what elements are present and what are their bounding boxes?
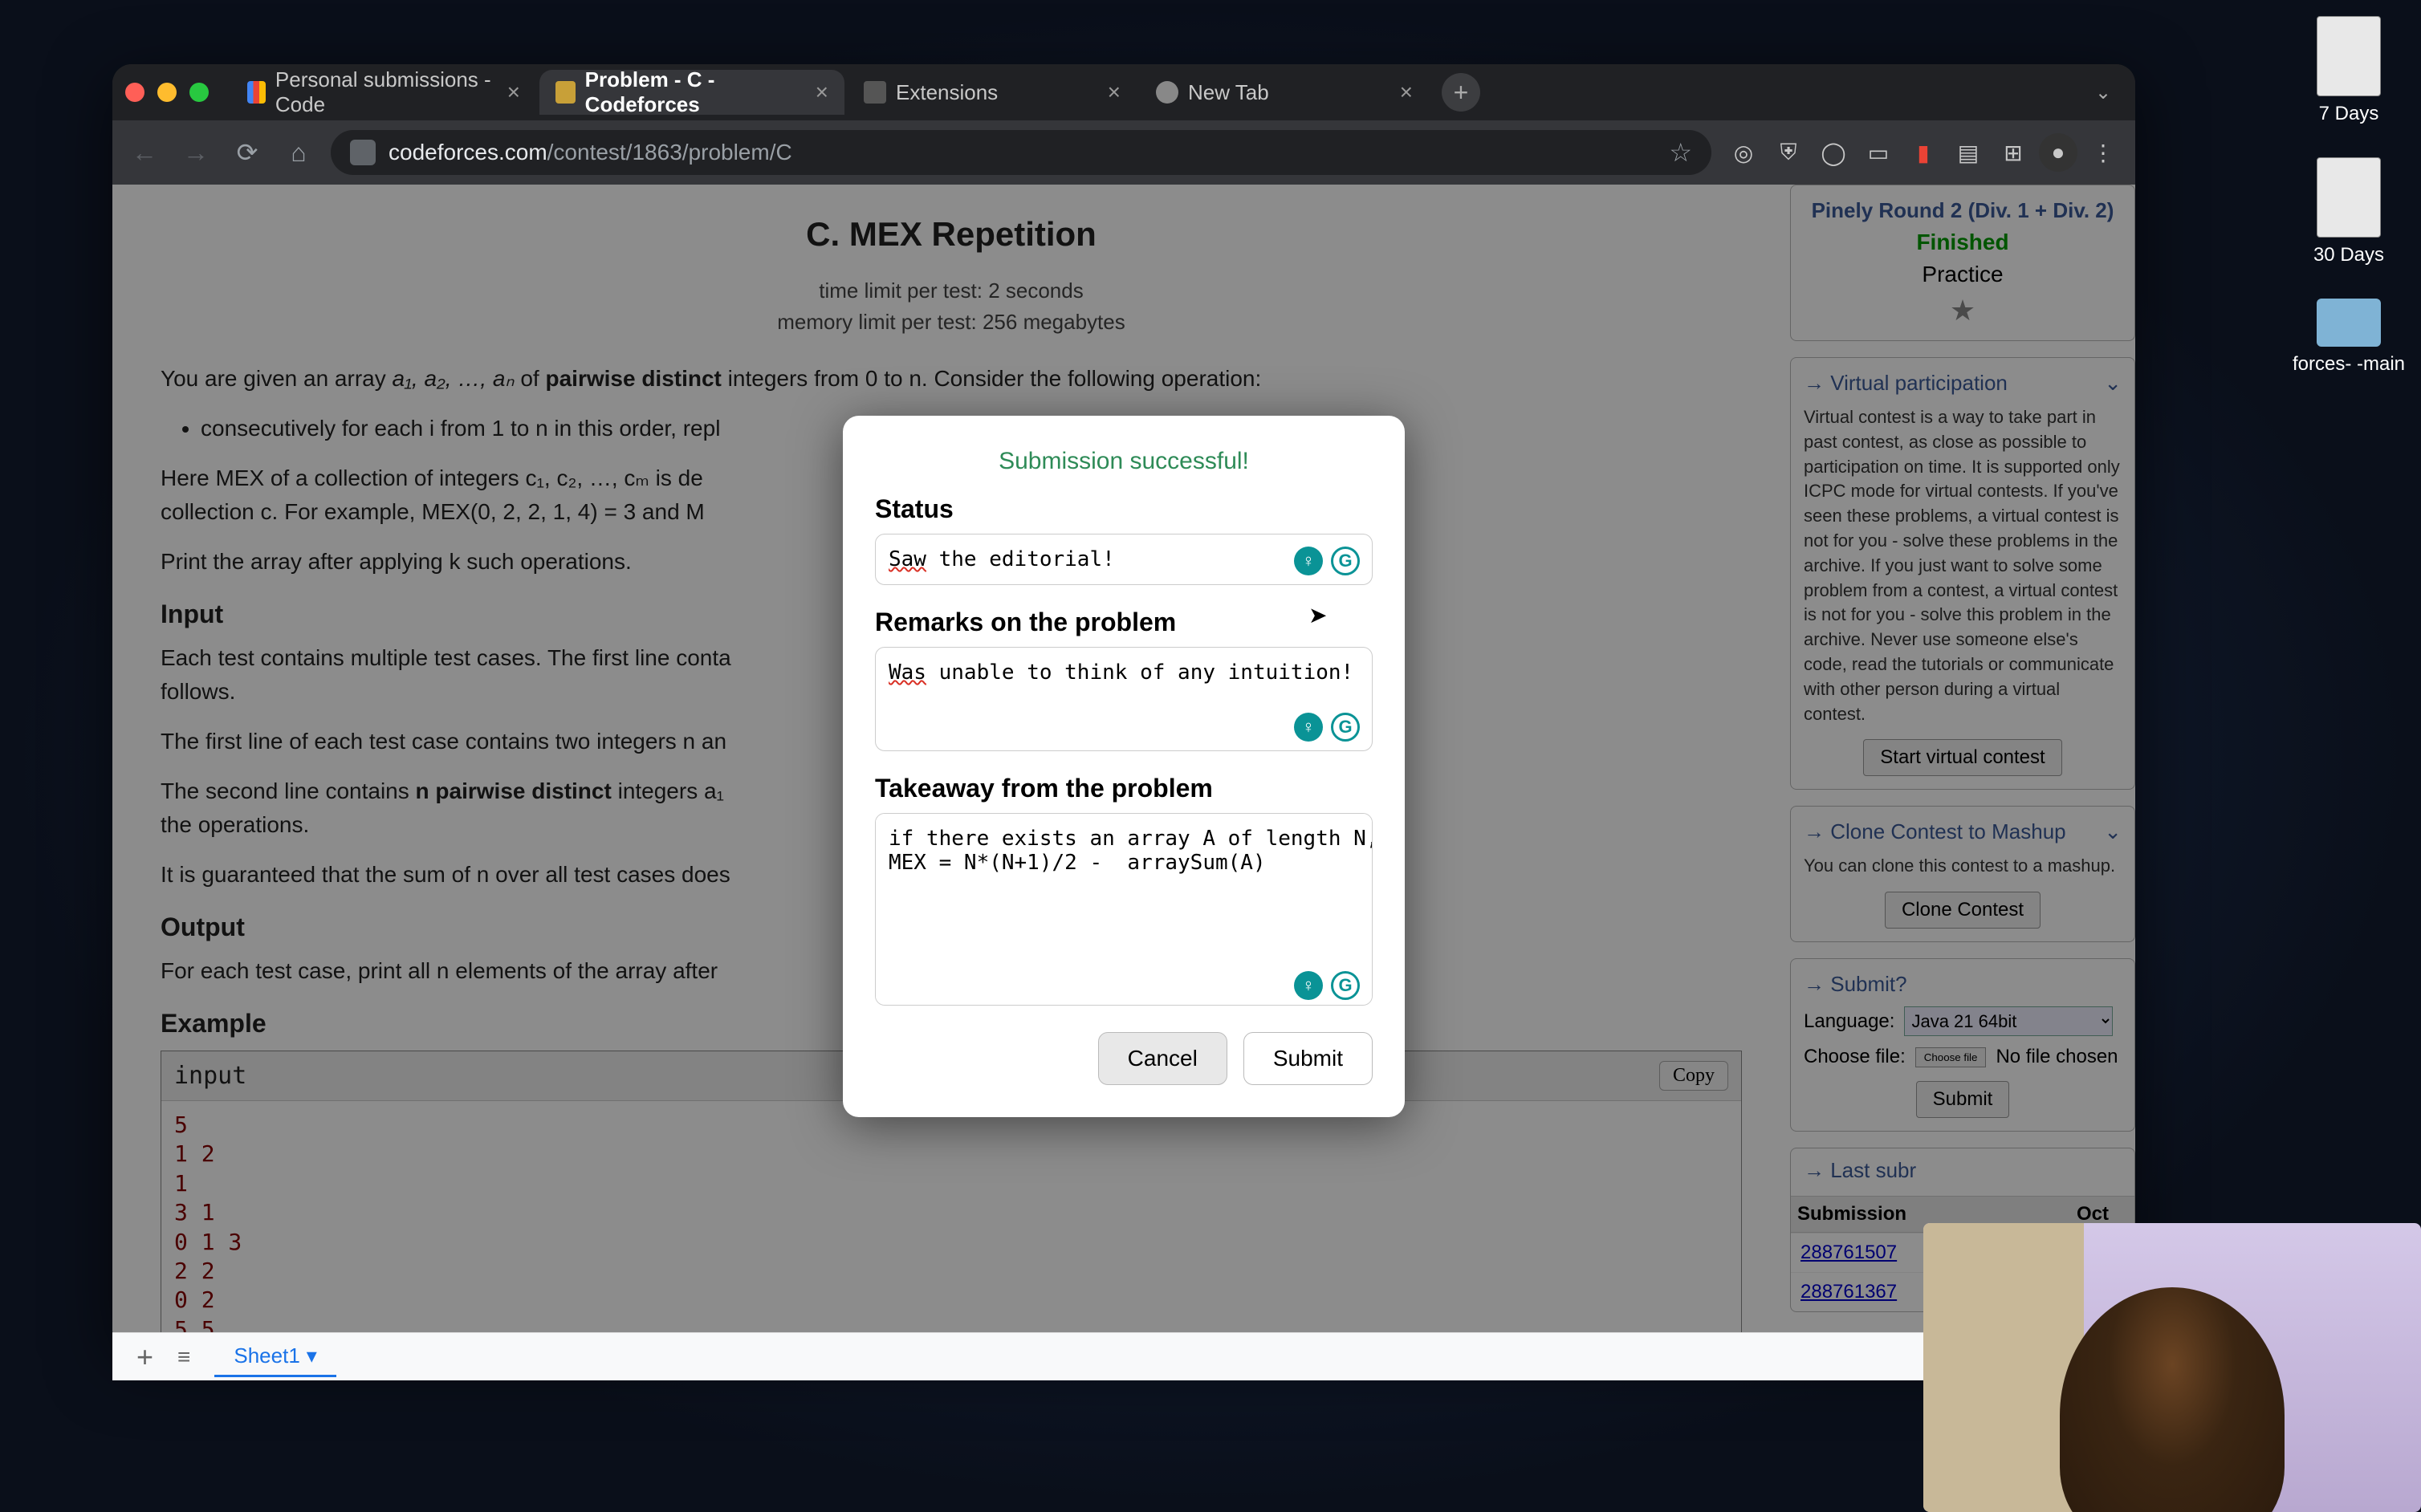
sheet-name: Sheet1 xyxy=(234,1343,299,1368)
chevron-down-icon: ▾ xyxy=(307,1343,317,1368)
site-info-icon[interactable] xyxy=(350,140,376,165)
minimize-window[interactable] xyxy=(157,83,177,102)
tab-codeforces-problem[interactable]: Problem - C - Codeforces × xyxy=(539,70,844,115)
close-tab-icon[interactable]: × xyxy=(1400,79,1413,105)
tab-label: Personal submissions - Code xyxy=(275,67,498,117)
status-label: Status xyxy=(875,494,1373,524)
home-button[interactable]: ⌂ xyxy=(279,133,318,172)
tab-personal-submissions[interactable]: Personal submissions - Code × xyxy=(231,70,536,115)
webcam-overlay xyxy=(1923,1223,2421,1512)
video-icon[interactable]: ▭ xyxy=(1859,133,1898,172)
cancel-button[interactable]: Cancel xyxy=(1098,1032,1227,1085)
close-window[interactable] xyxy=(125,83,144,102)
browser-window: Personal submissions - Code × Problem - … xyxy=(112,64,2135,1348)
url-domain: codeforces.com xyxy=(389,140,547,165)
tab-strip: Personal submissions - Code × Problem - … xyxy=(112,64,2135,120)
menu-icon[interactable]: ⋮ xyxy=(2084,133,2122,172)
tab-favicon xyxy=(247,81,266,104)
shield-icon[interactable]: ⛨ xyxy=(1769,133,1808,172)
grammarly-icon[interactable]: G xyxy=(1331,971,1360,1000)
page-content: C. MEX Repetition time limit per test: 2… xyxy=(112,185,2135,1348)
address-bar[interactable]: codeforces.com/contest/1863/problem/C ☆ xyxy=(331,130,1711,175)
tab-extensions[interactable]: Extensions × xyxy=(848,70,1137,115)
profile-avatar[interactable]: ● xyxy=(2039,133,2077,172)
tab-list-dropdown[interactable]: ⌄ xyxy=(2084,73,2122,112)
grammarly-bulb-icon[interactable]: ♀ xyxy=(1294,713,1323,742)
desktop-label-1: 7 Days xyxy=(2319,103,2379,125)
grammarly-bulb-icon[interactable]: ♀ xyxy=(1294,547,1323,575)
tab-label: Extensions xyxy=(896,80,998,105)
tab-new[interactable]: New Tab × xyxy=(1140,70,1429,115)
close-tab-icon[interactable]: × xyxy=(1108,79,1121,105)
forward-button[interactable]: → xyxy=(177,133,215,172)
tab-favicon xyxy=(555,81,576,104)
sheets-tab-bar: + ≡ Sheet1 ▾ xyxy=(112,1332,2135,1380)
takeaway-label: Takeaway from the problem xyxy=(875,774,1373,803)
reader-icon[interactable]: ▤ xyxy=(1949,133,1988,172)
submission-modal: Submission successful! Status Saw the ed… xyxy=(843,416,1405,1117)
new-tab-button[interactable]: + xyxy=(1442,73,1480,112)
grammarly-bulb-icon[interactable]: ♀ xyxy=(1294,971,1323,1000)
window-controls xyxy=(125,83,209,102)
desktop-icons: 7 Days 30 Days forces- -main xyxy=(2293,16,2405,376)
grammarly-icon[interactable]: G xyxy=(1331,547,1360,575)
desktop-label-3: forces- -main xyxy=(2293,353,2405,376)
sheets-menu-button[interactable]: ≡ xyxy=(177,1344,190,1370)
grammarly-icon[interactable]: G xyxy=(1331,713,1360,742)
tab-label: Problem - C - Codeforces xyxy=(585,67,806,117)
modal-success-message: Submission successful! xyxy=(875,448,1373,475)
back-button[interactable]: ← xyxy=(125,133,164,172)
url-path: /contest/1863/problem/C xyxy=(547,140,792,165)
desktop-file-2[interactable]: 30 Days xyxy=(2313,157,2384,266)
add-sheet-button[interactable]: + xyxy=(136,1340,153,1374)
reload-button[interactable]: ⟳ xyxy=(228,133,267,172)
close-tab-icon[interactable]: × xyxy=(816,79,828,105)
sheet-tab[interactable]: Sheet1 ▾ xyxy=(214,1337,336,1377)
extensions-icon[interactable]: ⊞ xyxy=(1994,133,2032,172)
bars-icon[interactable]: ▮ xyxy=(1904,133,1943,172)
tab-favicon xyxy=(1156,81,1178,104)
toolbar: ← → ⟳ ⌂ codeforces.com/contest/1863/prob… xyxy=(112,120,2135,185)
tab-favicon xyxy=(864,81,886,104)
tab-label: New Tab xyxy=(1188,80,1269,105)
camera-icon[interactable]: ◎ xyxy=(1724,133,1763,172)
remarks-label: Remarks on the problem xyxy=(875,608,1373,637)
circle-icon[interactable]: ◯ xyxy=(1814,133,1853,172)
bookmark-icon[interactable]: ☆ xyxy=(1669,137,1692,168)
desktop-file-1[interactable]: 7 Days xyxy=(2317,16,2381,125)
maximize-window[interactable] xyxy=(189,83,209,102)
close-tab-icon[interactable]: × xyxy=(507,79,520,105)
url: codeforces.com/contest/1863/problem/C xyxy=(389,140,1656,165)
extension-icons: ◎ ⛨ ◯ ▭ ▮ ▤ ⊞ ● ⋮ xyxy=(1724,133,2122,172)
submit-button[interactable]: Submit xyxy=(1243,1032,1373,1085)
desktop-folder[interactable]: forces- -main xyxy=(2293,299,2405,376)
desktop-label-2: 30 Days xyxy=(2313,244,2384,266)
